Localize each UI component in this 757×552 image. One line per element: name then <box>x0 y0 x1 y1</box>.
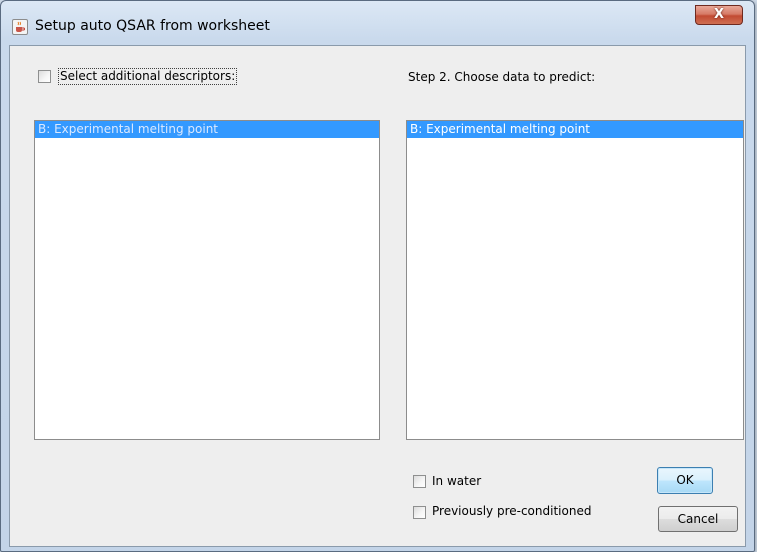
step-2-label: Step 2. Choose data to predict: <box>408 70 596 84</box>
additional-descriptors-label[interactable]: Select additional descriptors: <box>58 68 238 85</box>
preconditioned-checkbox[interactable] <box>413 506 426 519</box>
in-water-label[interactable]: In water <box>432 474 481 488</box>
title-bar[interactable]: Setup auto QSAR from worksheet X <box>1 1 754 45</box>
predict-data-list[interactable]: B: Experimental melting point <box>406 120 744 440</box>
in-water-checkbox[interactable] <box>413 475 426 488</box>
ok-button[interactable]: OK <box>657 467 713 494</box>
close-button[interactable]: X <box>695 5 743 25</box>
cancel-button[interactable]: Cancel <box>658 506 738 532</box>
descriptors-list-item[interactable]: B: Experimental melting point <box>35 121 379 138</box>
dialog-content: Select additional descriptors: B: Experi… <box>9 45 746 547</box>
dialog-window: Setup auto QSAR from worksheet X Select … <box>0 0 755 552</box>
java-coffee-cup-icon <box>12 19 28 35</box>
additional-descriptors-checkbox[interactable] <box>38 70 51 83</box>
window-title: Setup auto QSAR from worksheet <box>35 18 270 34</box>
predict-data-list-item[interactable]: B: Experimental melting point <box>407 121 743 138</box>
preconditioned-label[interactable]: Previously pre-conditioned <box>432 504 591 518</box>
descriptors-list[interactable]: B: Experimental melting point <box>34 120 380 440</box>
close-icon: X <box>713 7 725 22</box>
